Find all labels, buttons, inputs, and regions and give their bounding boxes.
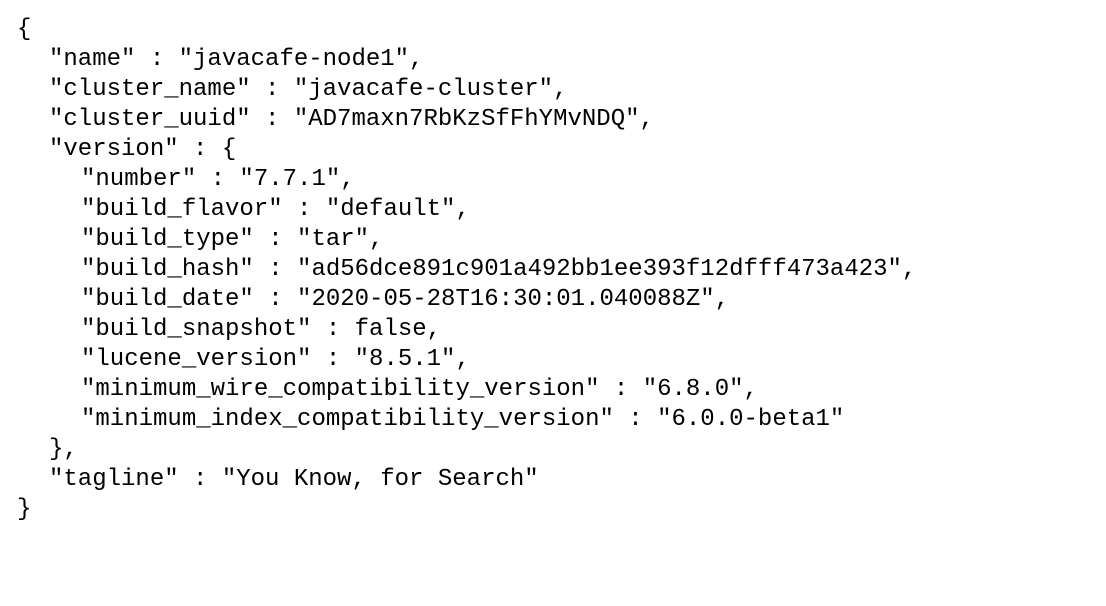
json-line-build-hash: "build_hash" : "ad56dce891c901a492bb1ee3… <box>81 256 917 283</box>
json-line-build-date: "build_date" : "2020-05-28T16:30:01.0400… <box>81 286 730 313</box>
json-line-name: "name" : "javacafe-node1", <box>49 46 424 73</box>
json-line-min-index-version: "minimum_index_compatibility_version" : … <box>81 406 845 433</box>
json-line-lucene-version: "lucene_version" : "8.5.1", <box>81 346 470 373</box>
json-line-cluster-name: "cluster_name" : "javacafe-cluster", <box>49 76 568 103</box>
json-close-brace: } <box>17 496 32 523</box>
json-line-version-close: }, <box>49 436 78 463</box>
json-viewer: { "name" : "javacafe-node1", "cluster_name… <box>0 0 1106 606</box>
json-line-build-type: "build_type" : "tar", <box>81 226 384 253</box>
json-open-brace: { <box>17 16 32 43</box>
json-line-version-open: "version" : { <box>49 136 237 163</box>
json-line-number: "number" : "7.7.1", <box>81 166 355 193</box>
json-line-tagline: "tagline" : "You Know, for Search" <box>49 466 539 493</box>
json-response-text: { "name" : "javacafe-node1", "cluster_name… <box>17 15 916 525</box>
json-line-cluster-uuid: "cluster_uuid" : "AD7maxn7RbKzSfFhYMvNDQ… <box>49 106 654 133</box>
json-line-build-flavor: "build_flavor" : "default", <box>81 196 470 223</box>
json-line-min-wire-version: "minimum_wire_compatibility_version" : "… <box>81 376 758 403</box>
json-line-build-snapshot: "build_snapshot" : false, <box>81 316 442 343</box>
